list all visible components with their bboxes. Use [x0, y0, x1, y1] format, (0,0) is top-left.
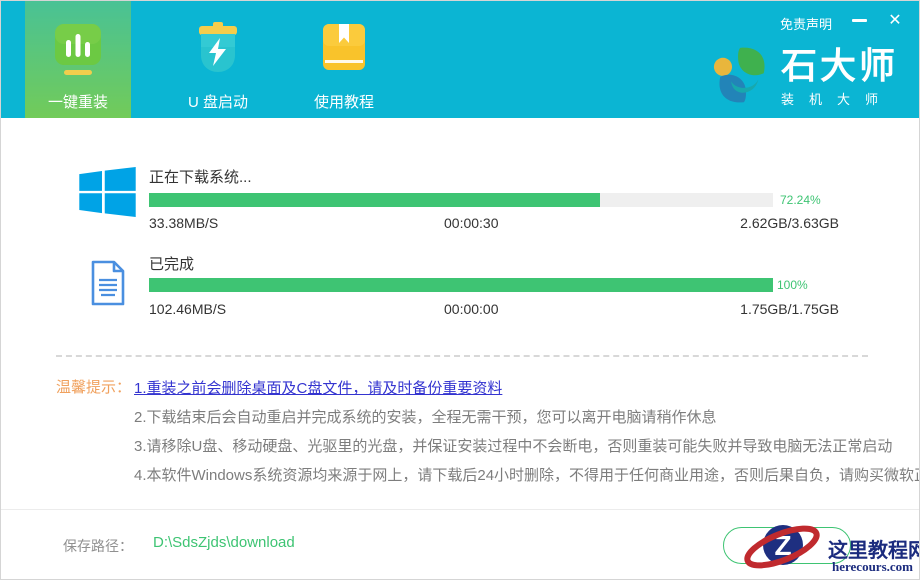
- tip-item-auto-restart: 2.下载结束后会自动重启并完成系统的安装，全程无需干预，您可以离开电脑请稍作休息: [134, 406, 717, 427]
- download-size: 1.75GB/1.75GB: [740, 301, 839, 317]
- download-elapsed: 00:00:00: [444, 301, 499, 317]
- download-stats: 102.46MB/S 00:00:00 1.75GB/1.75GB: [149, 301, 839, 319]
- reinstall-chart-icon: [52, 21, 104, 82]
- document-icon: [88, 259, 128, 312]
- tip-item-license: 4.本软件Windows系统资源均来源于网上，请下载后24小时删除，不得用于任何…: [134, 464, 920, 485]
- divider-dashed: [56, 355, 868, 357]
- brand-subtitle: 装机大师: [781, 89, 898, 108]
- watermark: Z 这里教程网 herecours.com: [741, 513, 920, 580]
- download-percent: 72.24%: [780, 193, 821, 207]
- tab-usb-boot[interactable]: U 盘启动: [168, 1, 268, 118]
- disclaimer-link[interactable]: 免责声明: [780, 14, 832, 33]
- header: 一键重装 U 盘启动: [1, 1, 920, 118]
- tab-label: U 盘启动: [188, 91, 248, 112]
- minimize-icon: [852, 19, 867, 22]
- tab-tutorial[interactable]: 使用教程: [294, 1, 394, 118]
- brand-logo-icon: [713, 45, 771, 110]
- download-progressbar: [149, 278, 773, 292]
- tip-item-remove-usb: 3.请移除U盘、移动硬盘、光驱里的光盘，并保证安装过程中不会断电，否则重装可能失…: [134, 435, 892, 456]
- tips-label: 温馨提示：: [56, 376, 131, 397]
- download-title: 正在下载系统...: [149, 166, 252, 187]
- download-speed: 33.38MB/S: [149, 215, 218, 231]
- usb-boot-icon: [192, 21, 244, 82]
- watermark-site-url: herecours.com: [832, 559, 913, 575]
- close-button[interactable]: ✕: [882, 9, 908, 31]
- close-icon: ✕: [888, 10, 901, 30]
- download-percent: 100%: [777, 278, 808, 292]
- tip-item-backup[interactable]: 1.重装之前会删除桌面及C盘文件，请及时备份重要资料: [134, 377, 502, 398]
- save-path-value: D:\SdsZjds\download: [153, 534, 295, 551]
- brand-title: 石大师: [781, 45, 898, 86]
- tutorial-book-icon: [318, 21, 370, 82]
- tab-one-click-reinstall[interactable]: 一键重装: [25, 1, 131, 118]
- tab-label: 一键重装: [48, 91, 108, 112]
- download-stats: 33.38MB/S 00:00:30 2.62GB/3.63GB: [149, 215, 839, 233]
- minimize-button[interactable]: [846, 9, 872, 31]
- download-speed: 102.46MB/S: [149, 301, 226, 317]
- download-elapsed: 00:00:30: [444, 215, 499, 231]
- save-path-label: 保存路径：: [63, 536, 133, 556]
- download-progress-fill: [149, 193, 600, 207]
- footer-divider: [1, 509, 920, 510]
- windows-logo-icon: [79, 167, 136, 222]
- brand-logo: 石大师 装机大师: [713, 45, 898, 110]
- app-window: 一键重装 U 盘启动: [0, 0, 920, 580]
- tab-label: 使用教程: [314, 91, 374, 112]
- download-title: 已完成: [149, 253, 194, 274]
- download-size: 2.62GB/3.63GB: [740, 215, 839, 231]
- download-progress-fill: [149, 278, 773, 292]
- download-progressbar: [149, 193, 773, 207]
